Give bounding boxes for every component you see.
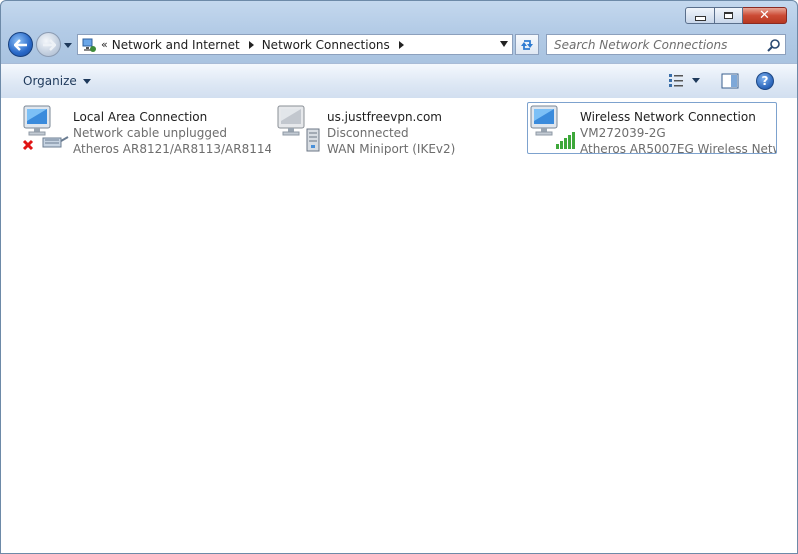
close-icon: ✕	[759, 8, 770, 23]
network-folder-icon	[82, 38, 96, 52]
preview-pane-icon[interactable]	[721, 73, 739, 89]
close-button[interactable]: ✕	[743, 7, 787, 24]
breadcrumb-network-and-internet[interactable]: Network and Internet	[112, 38, 240, 52]
caption-buttons: ✕	[685, 7, 787, 24]
wired-disconnected-icon	[21, 103, 71, 153]
maximize-button[interactable]	[715, 7, 743, 24]
organize-label: Organize	[23, 74, 77, 88]
refresh-button[interactable]	[515, 34, 539, 55]
connection-device: WAN Miniport (IKEv2)	[327, 142, 456, 155]
back-button[interactable]	[8, 32, 33, 57]
connection-status: VM272039-2G	[580, 126, 666, 140]
forward-button[interactable]	[36, 32, 61, 57]
connection-item-vpn[interactable]: us.justfreevpn.com Disconnected WAN Mini…	[275, 103, 525, 155]
search-input[interactable]: Search Network Connections	[554, 38, 767, 52]
address-dropdown-icon[interactable]	[500, 41, 508, 47]
chevron-down-icon	[82, 79, 91, 84]
chevron-down-icon[interactable]	[684, 73, 704, 87]
help-button[interactable]: ?	[756, 72, 774, 90]
connection-device: Atheros AR5007EG Wireless Netw...	[580, 142, 776, 153]
navigation-bar: « Network and Internet Network Connectio…	[1, 31, 797, 59]
connection-item-local-area[interactable]: Local Area Connection Network cable unpl…	[21, 103, 271, 155]
wireless-signal-icon	[528, 103, 578, 153]
minimize-icon	[694, 16, 706, 21]
connections-list: Local Area Connection Network cable unpl…	[1, 98, 797, 553]
arrow-right-icon	[42, 38, 56, 51]
breadcrumb-overflow[interactable]: «	[101, 38, 108, 51]
breadcrumb-network-connections[interactable]: Network Connections	[262, 38, 390, 52]
help-icon: ?	[761, 74, 769, 88]
vpn-icon	[275, 103, 325, 153]
breadcrumb-arrow-icon[interactable]	[397, 40, 405, 49]
connection-name: us.justfreevpn.com	[327, 110, 442, 124]
connection-item-wireless[interactable]: Wireless Network Connection VM272039-2G …	[527, 102, 777, 154]
connection-name: Local Area Connection	[73, 110, 208, 124]
organize-button[interactable]: Organize	[23, 74, 91, 88]
search-icon[interactable]	[767, 38, 781, 52]
connection-status: Disconnected	[327, 126, 409, 140]
refresh-icon	[521, 39, 533, 50]
address-bar[interactable]: « Network and Internet Network Connectio…	[77, 34, 513, 55]
connection-status: Network cable unplugged	[73, 126, 228, 140]
explorer-window: ✕ « Network and Internet Network Connect…	[0, 0, 798, 554]
arrow-left-icon	[13, 38, 27, 51]
connection-name: Wireless Network Connection	[580, 110, 756, 124]
view-details-icon	[669, 74, 683, 87]
minimize-button[interactable]	[685, 7, 715, 24]
search-box[interactable]: Search Network Connections	[546, 34, 786, 55]
maximize-icon	[724, 12, 733, 19]
change-view-button[interactable]	[668, 73, 704, 87]
breadcrumb-arrow-icon[interactable]	[247, 40, 255, 49]
command-bar: Organize ?	[1, 63, 797, 99]
connection-device: Atheros AR8121/AR8113/AR8114 ...	[73, 142, 271, 155]
recent-pages-dropdown[interactable]	[63, 40, 73, 50]
